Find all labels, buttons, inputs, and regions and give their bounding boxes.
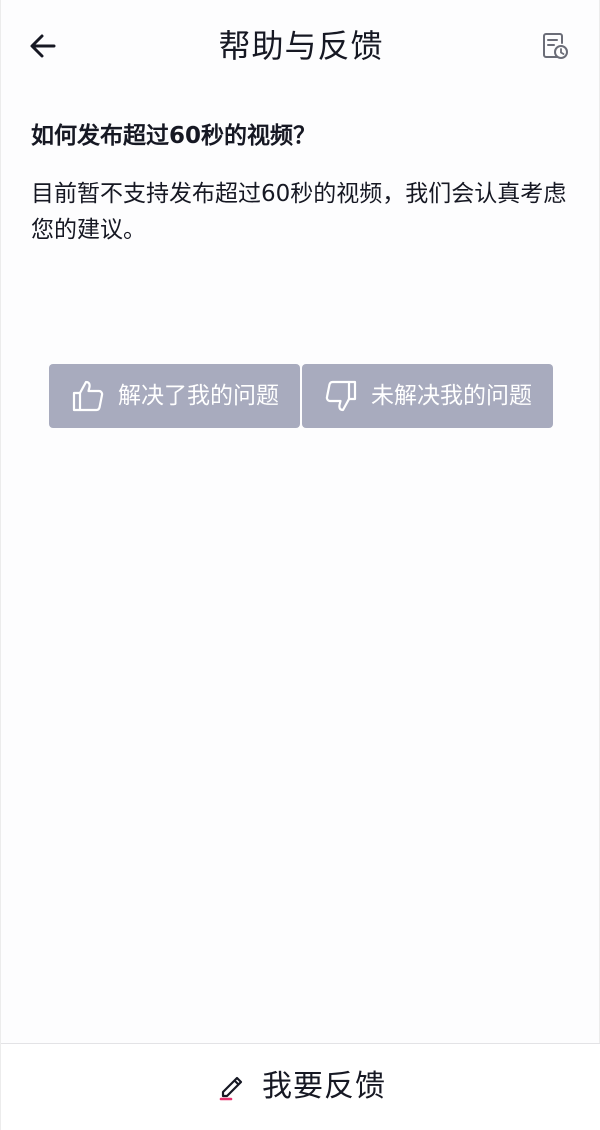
submit-feedback-label: 我要反馈 (262, 1069, 386, 1104)
document-clock-icon (543, 33, 568, 59)
page-title: 帮助与反馈 (218, 27, 384, 65)
thumbs-down-icon (323, 378, 359, 414)
faq-answer: 目前暂不支持发布超过60秒的视频，我们会认真考虑您的建议。 (31, 181, 567, 243)
unsolved-button[interactable]: 未解决我的问题 (302, 364, 553, 428)
faq-question: 如何发布超过60秒的视频？ (31, 123, 317, 149)
feedback-buttons: 解决了我的问题 未解决我的问题 (49, 364, 553, 428)
unsolved-button-label: 未解决我的问题 (371, 383, 532, 409)
top-nav-bar: 帮助与反馈 (1, 0, 600, 92)
help-feedback-screen: 帮助与反馈 如何发布超过60秒的视频？ 目前暂不支持发布超过60秒的视频，我们会… (0, 0, 600, 1130)
solved-button-label: 解决了我的问题 (118, 383, 279, 409)
submit-feedback-button[interactable]: 我要反馈 (1, 1043, 600, 1130)
pencil-icon (216, 1068, 250, 1106)
thumbs-up-icon (70, 378, 106, 414)
feedback-history-button[interactable] (535, 26, 575, 66)
solved-button[interactable]: 解决了我的问题 (49, 364, 300, 428)
